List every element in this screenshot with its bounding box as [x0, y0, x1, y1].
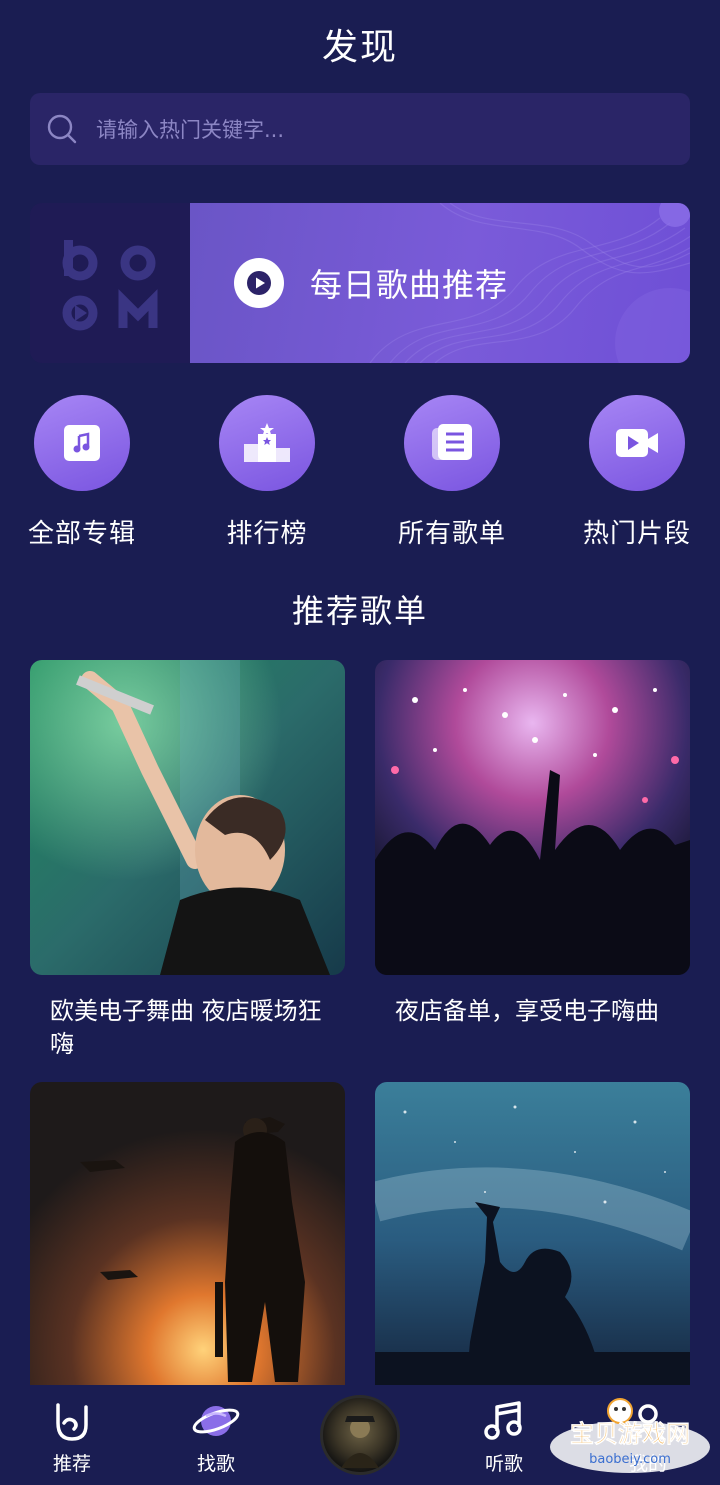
quick-link-label: 热门片段 — [582, 519, 691, 549]
playlist-title: 欧美电子舞曲 夜店暖场狂嗨 — [50, 997, 322, 1058]
watermark-text: 宝贝游戏网 — [570, 1420, 690, 1448]
quick-link-all-playlists[interactable]: 所有歌单 — [377, 395, 527, 550]
search-input[interactable]: 请输入热门关键字... — [96, 114, 284, 144]
watermark-logo: 宝贝游戏网 baobeiy.com — [545, 1397, 715, 1477]
quick-link-hot-clips[interactable]: 热门片段 — [562, 395, 712, 550]
tab-label: 推荐 — [52, 1453, 91, 1475]
playlist-icon — [432, 424, 472, 460]
boom-logo — [30, 203, 190, 363]
quick-link-label: 所有歌单 — [397, 519, 506, 549]
playlist-card[interactable] — [375, 1082, 690, 1385]
tab-find-songs[interactable]: 找歌 — [166, 1385, 266, 1485]
quick-link-charts[interactable]: 排行榜 — [192, 395, 342, 550]
album-music-icon — [64, 425, 100, 461]
video-clip-icon — [616, 429, 658, 457]
play-button[interactable] — [234, 258, 284, 308]
playlist-cover-singer — [30, 660, 345, 975]
quick-link-label: 排行榜 — [226, 519, 308, 549]
playlist-card[interactable]: 欧美电子舞曲 夜店暖场狂嗨 — [30, 660, 345, 1061]
tab-recommend[interactable]: 推荐 — [22, 1385, 122, 1485]
quick-links: 全部专辑 排行榜 所有歌单 热门片段 — [0, 395, 720, 555]
playlist-cover-concert — [375, 660, 690, 975]
search-bar[interactable]: 请输入热门关键字... — [30, 93, 690, 165]
rock-hand-icon — [56, 1403, 88, 1441]
playlist-card[interactable]: 夜店备单，享受电子嗨曲 — [375, 660, 690, 1028]
search-icon — [47, 114, 77, 144]
planet-icon — [192, 1406, 240, 1436]
quick-link-all-albums[interactable]: 全部专辑 — [7, 395, 157, 550]
daily-recommend-label: 每日歌曲推荐 — [310, 266, 509, 304]
daily-recommend-banner[interactable]: 每日歌曲推荐 — [30, 203, 690, 363]
playlist-cover-starry-sky — [375, 1082, 690, 1385]
tab-listen[interactable]: 听歌 — [454, 1385, 554, 1485]
watermark-url: baobeiy.com — [589, 1452, 671, 1467]
page-title: 发现 — [321, 27, 398, 68]
playlist-title: 夜店备单，享受电子嗨曲 — [395, 997, 659, 1025]
podium-icon — [244, 423, 290, 462]
playlist-cover-soldier — [30, 1082, 345, 1385]
quick-link-label: 全部专辑 — [27, 519, 136, 549]
tab-label: 听歌 — [484, 1453, 523, 1475]
playlist-card[interactable] — [30, 1082, 345, 1385]
section-title: 推荐歌单 — [291, 592, 428, 630]
music-note-icon — [484, 1401, 522, 1440]
now-playing-disc[interactable] — [320, 1395, 400, 1475]
tab-label: 找歌 — [196, 1453, 235, 1475]
play-icon — [247, 271, 271, 295]
